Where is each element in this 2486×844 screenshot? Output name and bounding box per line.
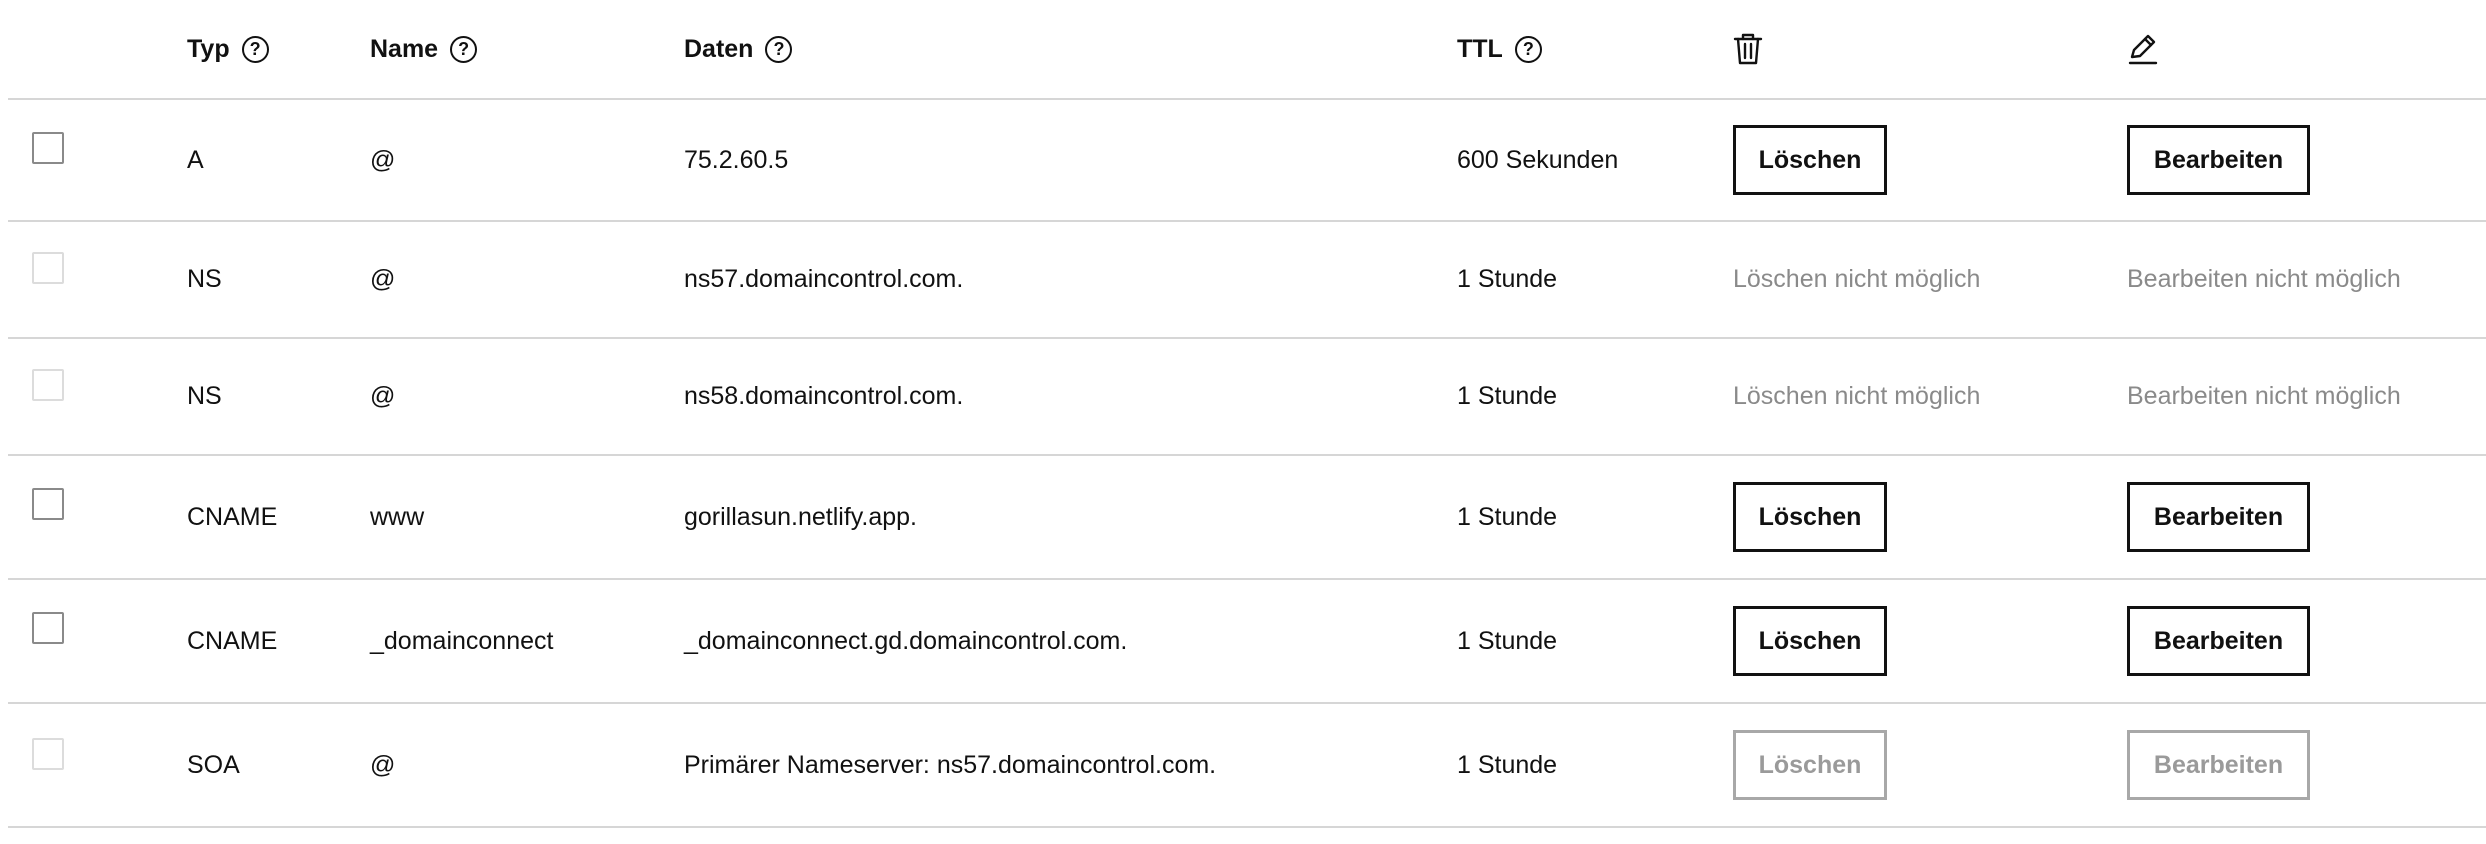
column-header-ttl-label: TTL — [1457, 34, 1503, 63]
record-ttl: 1 Stunde — [1457, 750, 1558, 779]
record-data: ns58.domaincontrol.com. — [684, 382, 964, 410]
edit-button: Bearbeiten — [2127, 730, 2310, 800]
record-data: _domainconnect.gd.domaincontrol.com. — [684, 626, 1128, 655]
record-name: @ — [370, 750, 396, 779]
column-header-typ: Typ ? — [187, 0, 269, 98]
record-type: CNAME — [187, 502, 278, 531]
delete-button[interactable]: Löschen — [1733, 482, 1887, 552]
row-select-checkbox[interactable] — [32, 132, 64, 164]
help-icon[interactable]: ? — [765, 35, 793, 63]
edit-not-possible-text: Bearbeiten nicht möglich — [2127, 382, 2401, 410]
record-type: A — [187, 145, 204, 174]
table-row: CNAME _domainconnect _domainconnect.gd.d… — [8, 580, 2486, 704]
delete-button[interactable]: Löschen — [1733, 606, 1887, 676]
delete-cell: Löschen — [1733, 456, 1887, 578]
record-ttl: 1 Stunde — [1457, 626, 1558, 655]
row-select-checkbox — [32, 369, 64, 401]
row-select-checkbox — [32, 738, 64, 770]
help-icon[interactable]: ? — [1514, 35, 1542, 63]
delete-cell: Löschen — [1733, 100, 1887, 220]
record-type: NS — [187, 382, 222, 410]
edit-cell: Bearbeiten — [2127, 580, 2310, 702]
row-select-checkbox — [32, 252, 64, 284]
record-type: SOA — [187, 750, 240, 779]
record-name: @ — [370, 382, 396, 410]
dns-records-table: Typ ? Name ? Daten ? TTL ? A @ 75.2.60.5… — [8, 0, 2486, 828]
help-icon[interactable]: ? — [450, 35, 478, 63]
record-data: 75.2.60.5 — [684, 145, 789, 174]
record-ttl: 1 Stunde — [1457, 382, 1558, 410]
edit-button[interactable]: Bearbeiten — [2127, 482, 2310, 552]
column-header-daten-label: Daten — [684, 34, 754, 63]
row-select-checkbox[interactable] — [32, 612, 64, 644]
help-icon[interactable]: ? — [241, 35, 269, 63]
edit-button[interactable]: Bearbeiten — [2127, 125, 2310, 195]
record-name: www — [370, 502, 425, 531]
delete-not-possible-text: Löschen nicht möglich — [1733, 265, 1981, 293]
trash-icon — [1733, 32, 1763, 66]
column-header-name-label: Name — [370, 34, 439, 63]
record-ttl: 1 Stunde — [1457, 502, 1558, 531]
edit-not-possible-text: Bearbeiten nicht möglich — [2127, 265, 2401, 293]
delete-not-possible-text: Löschen nicht möglich — [1733, 382, 1981, 410]
record-name: @ — [370, 145, 396, 174]
column-header-ttl: TTL ? — [1457, 0, 1542, 98]
table-row: NS @ ns58.domaincontrol.com. 1 Stunde Lö… — [8, 339, 2486, 456]
record-name: _domainconnect — [370, 626, 554, 655]
column-header-daten: Daten ? — [684, 0, 793, 98]
pencil-icon — [2127, 32, 2159, 66]
delete-cell: Löschen — [1733, 704, 1887, 826]
table-header: Typ ? Name ? Daten ? TTL ? — [8, 0, 2486, 100]
record-data: Primärer Nameserver: ns57.domaincontrol.… — [684, 750, 1217, 779]
edit-cell: Bearbeiten — [2127, 704, 2310, 826]
column-header-name: Name ? — [370, 0, 478, 98]
record-ttl: 1 Stunde — [1457, 265, 1558, 293]
record-type: CNAME — [187, 626, 278, 655]
table-row: A @ 75.2.60.5 600 Sekunden Löschen Bearb… — [8, 100, 2486, 222]
edit-cell: Bearbeiten — [2127, 100, 2310, 220]
record-name: @ — [370, 265, 396, 293]
row-select-checkbox[interactable] — [32, 488, 64, 520]
edit-cell: Bearbeiten — [2127, 456, 2310, 578]
table-row: CNAME www gorillasun.netlify.app. 1 Stun… — [8, 456, 2486, 580]
record-ttl: 600 Sekunden — [1457, 145, 1619, 174]
delete-button[interactable]: Löschen — [1733, 125, 1887, 195]
column-header-edit — [2127, 0, 2159, 98]
delete-button: Löschen — [1733, 730, 1887, 800]
column-header-typ-label: Typ — [187, 34, 230, 63]
table-row: SOA @ Primärer Nameserver: ns57.domainco… — [8, 704, 2486, 828]
record-type: NS — [187, 265, 222, 293]
column-header-delete — [1733, 0, 1763, 98]
record-data: ns57.domaincontrol.com. — [684, 265, 964, 293]
delete-cell: Löschen — [1733, 580, 1887, 702]
table-row: NS @ ns57.domaincontrol.com. 1 Stunde Lö… — [8, 222, 2486, 339]
record-data: gorillasun.netlify.app. — [684, 502, 918, 531]
edit-button[interactable]: Bearbeiten — [2127, 606, 2310, 676]
